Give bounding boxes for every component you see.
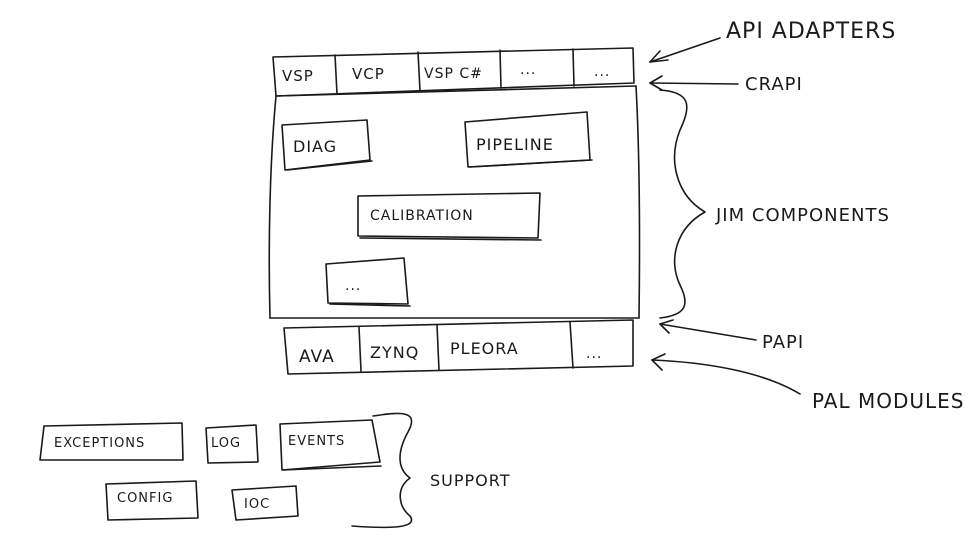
component-pipeline: PIPELINE <box>476 135 554 154</box>
api-adapters-row: VSP VCP VSP C# ... ... <box>272 47 635 97</box>
adapter-tab-vcp: VCP <box>352 65 385 83</box>
adapter-tab-vsp-csharp: VSP C# <box>424 66 483 82</box>
label-support: SUPPORT <box>430 471 510 490</box>
brace-icon <box>351 412 413 529</box>
support-exceptions: EXCEPTIONS <box>54 436 145 451</box>
api-adapters-annotation: API ADAPTERS <box>649 19 896 63</box>
pal-tab-ava: AVA <box>299 347 335 367</box>
component-more: ... <box>345 278 361 294</box>
component-calibration: CALIBRATION <box>370 208 474 224</box>
label-papi: PAPI <box>762 332 804 353</box>
pal-tab-pleora: PLEORA <box>450 339 519 358</box>
label-api-adapters: API ADAPTERS <box>726 19 896 44</box>
support-log: LOG <box>211 436 241 451</box>
adapter-tab-more-2: ... <box>594 64 610 80</box>
pal-modules-row: AVA ZYNQ PLEORA ... <box>283 319 634 375</box>
support-group: EXCEPTIONS LOG EVENTS CONFIG IOC SUPPORT <box>39 412 510 529</box>
support-ioc: IOC <box>244 497 270 512</box>
adapter-tab-vsp: VSP <box>282 67 314 85</box>
jim-components-frame: DIAG PIPELINE CALIBRATION ... <box>268 85 641 319</box>
support-events: EVENTS <box>288 434 345 449</box>
adapter-tab-more-1: ... <box>520 62 536 78</box>
support-config: CONFIG <box>117 491 173 506</box>
papi-annotation: PAPI <box>659 319 804 353</box>
label-jim-components: JIM COMPONENTS <box>715 205 890 226</box>
architecture-sketch: VSP VCP VSP C# ... ... DIAG PIPELINE CAL… <box>39 19 964 529</box>
pal-tab-more: ... <box>586 346 602 362</box>
pal-tab-zynq: ZYNQ <box>370 343 419 362</box>
label-crapi: CRAPI <box>745 74 803 95</box>
brace-icon <box>659 89 706 319</box>
component-diag: DIAG <box>293 137 337 156</box>
arrowhead-icon <box>651 353 666 371</box>
pal-modules-annotation: PAL MODULES <box>651 353 964 413</box>
label-pal-modules: PAL MODULES <box>812 389 964 413</box>
jim-components-annotation: JIM COMPONENTS <box>659 89 890 319</box>
arrow-icon <box>649 37 721 63</box>
